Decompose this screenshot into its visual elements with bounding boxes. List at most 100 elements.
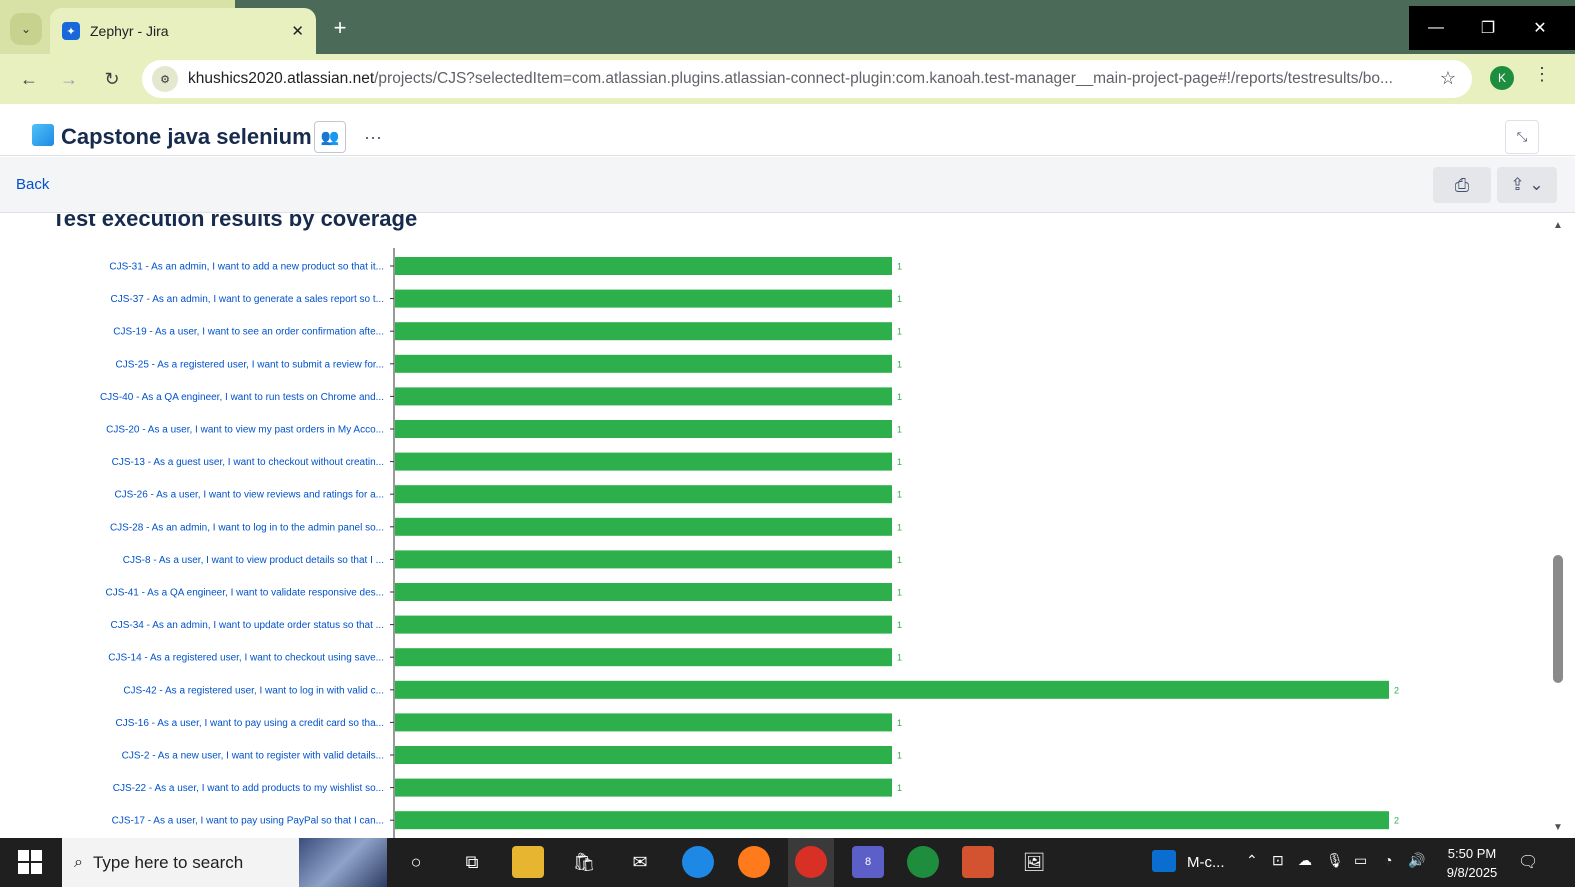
notification-icon[interactable]: 🗨	[1518, 852, 1538, 872]
close-window-button[interactable]: ✕	[1514, 6, 1566, 50]
tab-search-button[interactable]: ⌄	[10, 13, 42, 45]
category-label[interactable]: CJS-16 - As a user, I want to pay using …	[116, 718, 384, 729]
bar-value-label: 2	[1394, 685, 1399, 695]
tray-app-icon[interactable]	[1152, 850, 1176, 872]
coverage-bar[interactable]	[395, 680, 1389, 699]
onedrive-icon[interactable]: ☁	[1298, 852, 1312, 869]
bar-value-label: 1	[897, 522, 902, 532]
back-nav-button[interactable]: ←	[16, 66, 42, 92]
category-label[interactable]: CJS-25 - As a registered user, I want to…	[116, 359, 384, 370]
category-label[interactable]: CJS-28 - As an admin, I want to log in t…	[110, 522, 384, 533]
chrome-icon[interactable]	[795, 846, 827, 878]
volume-icon[interactable]: 🔊	[1408, 852, 1425, 869]
bar-value-label: 1	[897, 783, 902, 793]
powerpoint-icon[interactable]	[962, 846, 994, 878]
coverage-bar[interactable]	[395, 257, 892, 275]
page-scrollbar[interactable]	[1550, 214, 1575, 838]
coverage-bar[interactable]	[395, 778, 892, 797]
store-icon[interactable]: 🛍	[568, 846, 600, 878]
browser-menu-icon[interactable]: ⋮	[1533, 64, 1551, 85]
category-label[interactable]: CJS-41 - As a QA engineer, I want to val…	[106, 588, 385, 599]
mail-icon[interactable]: ✉	[624, 846, 656, 878]
coverage-bar[interactable]	[395, 615, 892, 634]
coverage-bar[interactable]	[395, 583, 892, 601]
reload-button[interactable]: ↻	[99, 66, 125, 92]
coverage-bar[interactable]	[395, 648, 892, 667]
coverage-bar[interactable]	[395, 485, 892, 504]
scroll-down-arrow-icon[interactable]: ▼	[1553, 822, 1563, 833]
coverage-bar[interactable]	[395, 517, 892, 536]
site-info-icon[interactable]: ⚙	[152, 66, 178, 92]
category-label[interactable]: CJS-13 - As a guest user, I want to chec…	[112, 457, 384, 468]
file-explorer-icon[interactable]	[512, 846, 544, 878]
tab-close-button[interactable]: ✕	[291, 22, 304, 40]
photos-icon[interactable]: 🖼	[1018, 846, 1050, 878]
bar-value-label: 1	[897, 262, 902, 272]
address-url[interactable]: khushics2020.atlassian.net/projects/CJS?…	[188, 70, 1428, 88]
bar-value-label: 1	[897, 588, 902, 598]
category-label[interactable]: CJS-20 - As a user, I want to view my pa…	[106, 425, 384, 436]
firefox-icon[interactable]	[738, 846, 770, 878]
coverage-bar[interactable]	[395, 713, 892, 732]
export-button[interactable]: ⇪ ⌄	[1497, 167, 1557, 203]
coverage-bar[interactable]	[395, 811, 1389, 830]
show-hidden-icons-icon[interactable]: ⌃	[1246, 852, 1258, 869]
taskbar-search-box[interactable]: ⌕ Type here to search	[62, 838, 387, 887]
category-label[interactable]: CJS-26 - As a user, I want to view revie…	[114, 490, 384, 501]
category-label[interactable]: CJS-40 - As a QA engineer, I want to run…	[100, 392, 384, 403]
bar-value-label: 1	[897, 555, 902, 565]
windows-start-button[interactable]	[18, 850, 42, 874]
collapse-fullscreen-button[interactable]: ⤡	[1505, 120, 1539, 154]
new-tab-button[interactable]: +	[326, 14, 354, 42]
coverage-bar[interactable]	[395, 452, 892, 471]
teams-icon[interactable]: 8	[852, 846, 884, 878]
coverage-bar[interactable]	[395, 387, 892, 406]
battery-icon[interactable]: ▭	[1354, 852, 1367, 869]
microphone-icon[interactable]: 🎙	[1326, 852, 1344, 869]
coverage-bar[interactable]	[395, 420, 892, 438]
coverage-bar[interactable]	[395, 289, 892, 308]
category-label[interactable]: CJS-8 - As a user, I want to view produc…	[123, 555, 384, 566]
scroll-up-arrow-icon[interactable]: ▲	[1553, 220, 1563, 231]
url-path: /projects/CJS?selectedItem=com.atlassian…	[374, 70, 1393, 87]
print-button[interactable]: ⎙	[1433, 167, 1491, 203]
team-button[interactable]: 👥	[314, 121, 346, 153]
category-label[interactable]: CJS-37 - As an admin, I want to generate…	[111, 294, 384, 305]
more-actions-button[interactable]: ···	[358, 123, 388, 151]
bar-value-label: 1	[897, 457, 902, 467]
category-label[interactable]: CJS-42 - As a registered user, I want to…	[123, 685, 384, 696]
minimize-button[interactable]: —	[1410, 6, 1462, 50]
tray-app-label[interactable]: M-c...	[1187, 854, 1225, 871]
category-label[interactable]: CJS-34 - As an admin, I want to update o…	[111, 620, 384, 631]
category-label[interactable]: CJS-2 - As a new user, I want to registe…	[122, 751, 384, 762]
project-name[interactable]: Capstone java selenium	[61, 124, 312, 150]
bar-value-label: 1	[897, 751, 902, 761]
star-icon[interactable]: ☆	[1440, 68, 1456, 89]
chrome-profile-icon[interactable]	[907, 846, 939, 878]
category-label[interactable]: CJS-31 - As an admin, I want to add a ne…	[109, 262, 384, 273]
category-label[interactable]: CJS-17 - As a user, I want to pay using …	[112, 816, 384, 827]
forward-nav-button[interactable]: →	[56, 66, 82, 92]
task-view-icon[interactable]: ⧉	[456, 846, 488, 878]
system-clock[interactable]: 5:50 PM 9/8/2025	[1440, 844, 1504, 882]
category-label[interactable]: CJS-19 - As a user, I want to see an ord…	[113, 327, 384, 338]
meet-now-icon[interactable]: ⊡	[1272, 852, 1284, 869]
coverage-bar[interactable]	[395, 322, 892, 341]
coverage-bar[interactable]	[395, 550, 892, 569]
coverage-bar-chart: CJS-31 - As an admin, I want to add a ne…	[100, 248, 1399, 838]
cortana-icon[interactable]: ○	[400, 846, 432, 878]
wifi-icon[interactable]: ◔	[1384, 852, 1392, 868]
address-bar[interactable]: ⚙ khushics2020.atlassian.net/projects/CJ…	[142, 60, 1472, 98]
printer-icon: ⎙	[1454, 174, 1470, 195]
category-label[interactable]: CJS-14 - As a registered user, I want to…	[108, 653, 384, 664]
edge-icon[interactable]	[682, 846, 714, 878]
coverage-bar[interactable]	[395, 746, 892, 764]
profile-avatar[interactable]: K	[1490, 66, 1514, 90]
back-link[interactable]: Back	[16, 176, 49, 193]
scrollbar-thumb[interactable]	[1553, 555, 1563, 683]
project-avatar-icon	[32, 124, 54, 146]
browser-tab-active[interactable]: ✦ Zephyr - Jira ✕	[50, 8, 316, 54]
restore-button[interactable]: ❐	[1462, 6, 1514, 50]
category-label[interactable]: CJS-22 - As a user, I want to add produc…	[113, 783, 384, 794]
coverage-bar[interactable]	[395, 354, 892, 373]
